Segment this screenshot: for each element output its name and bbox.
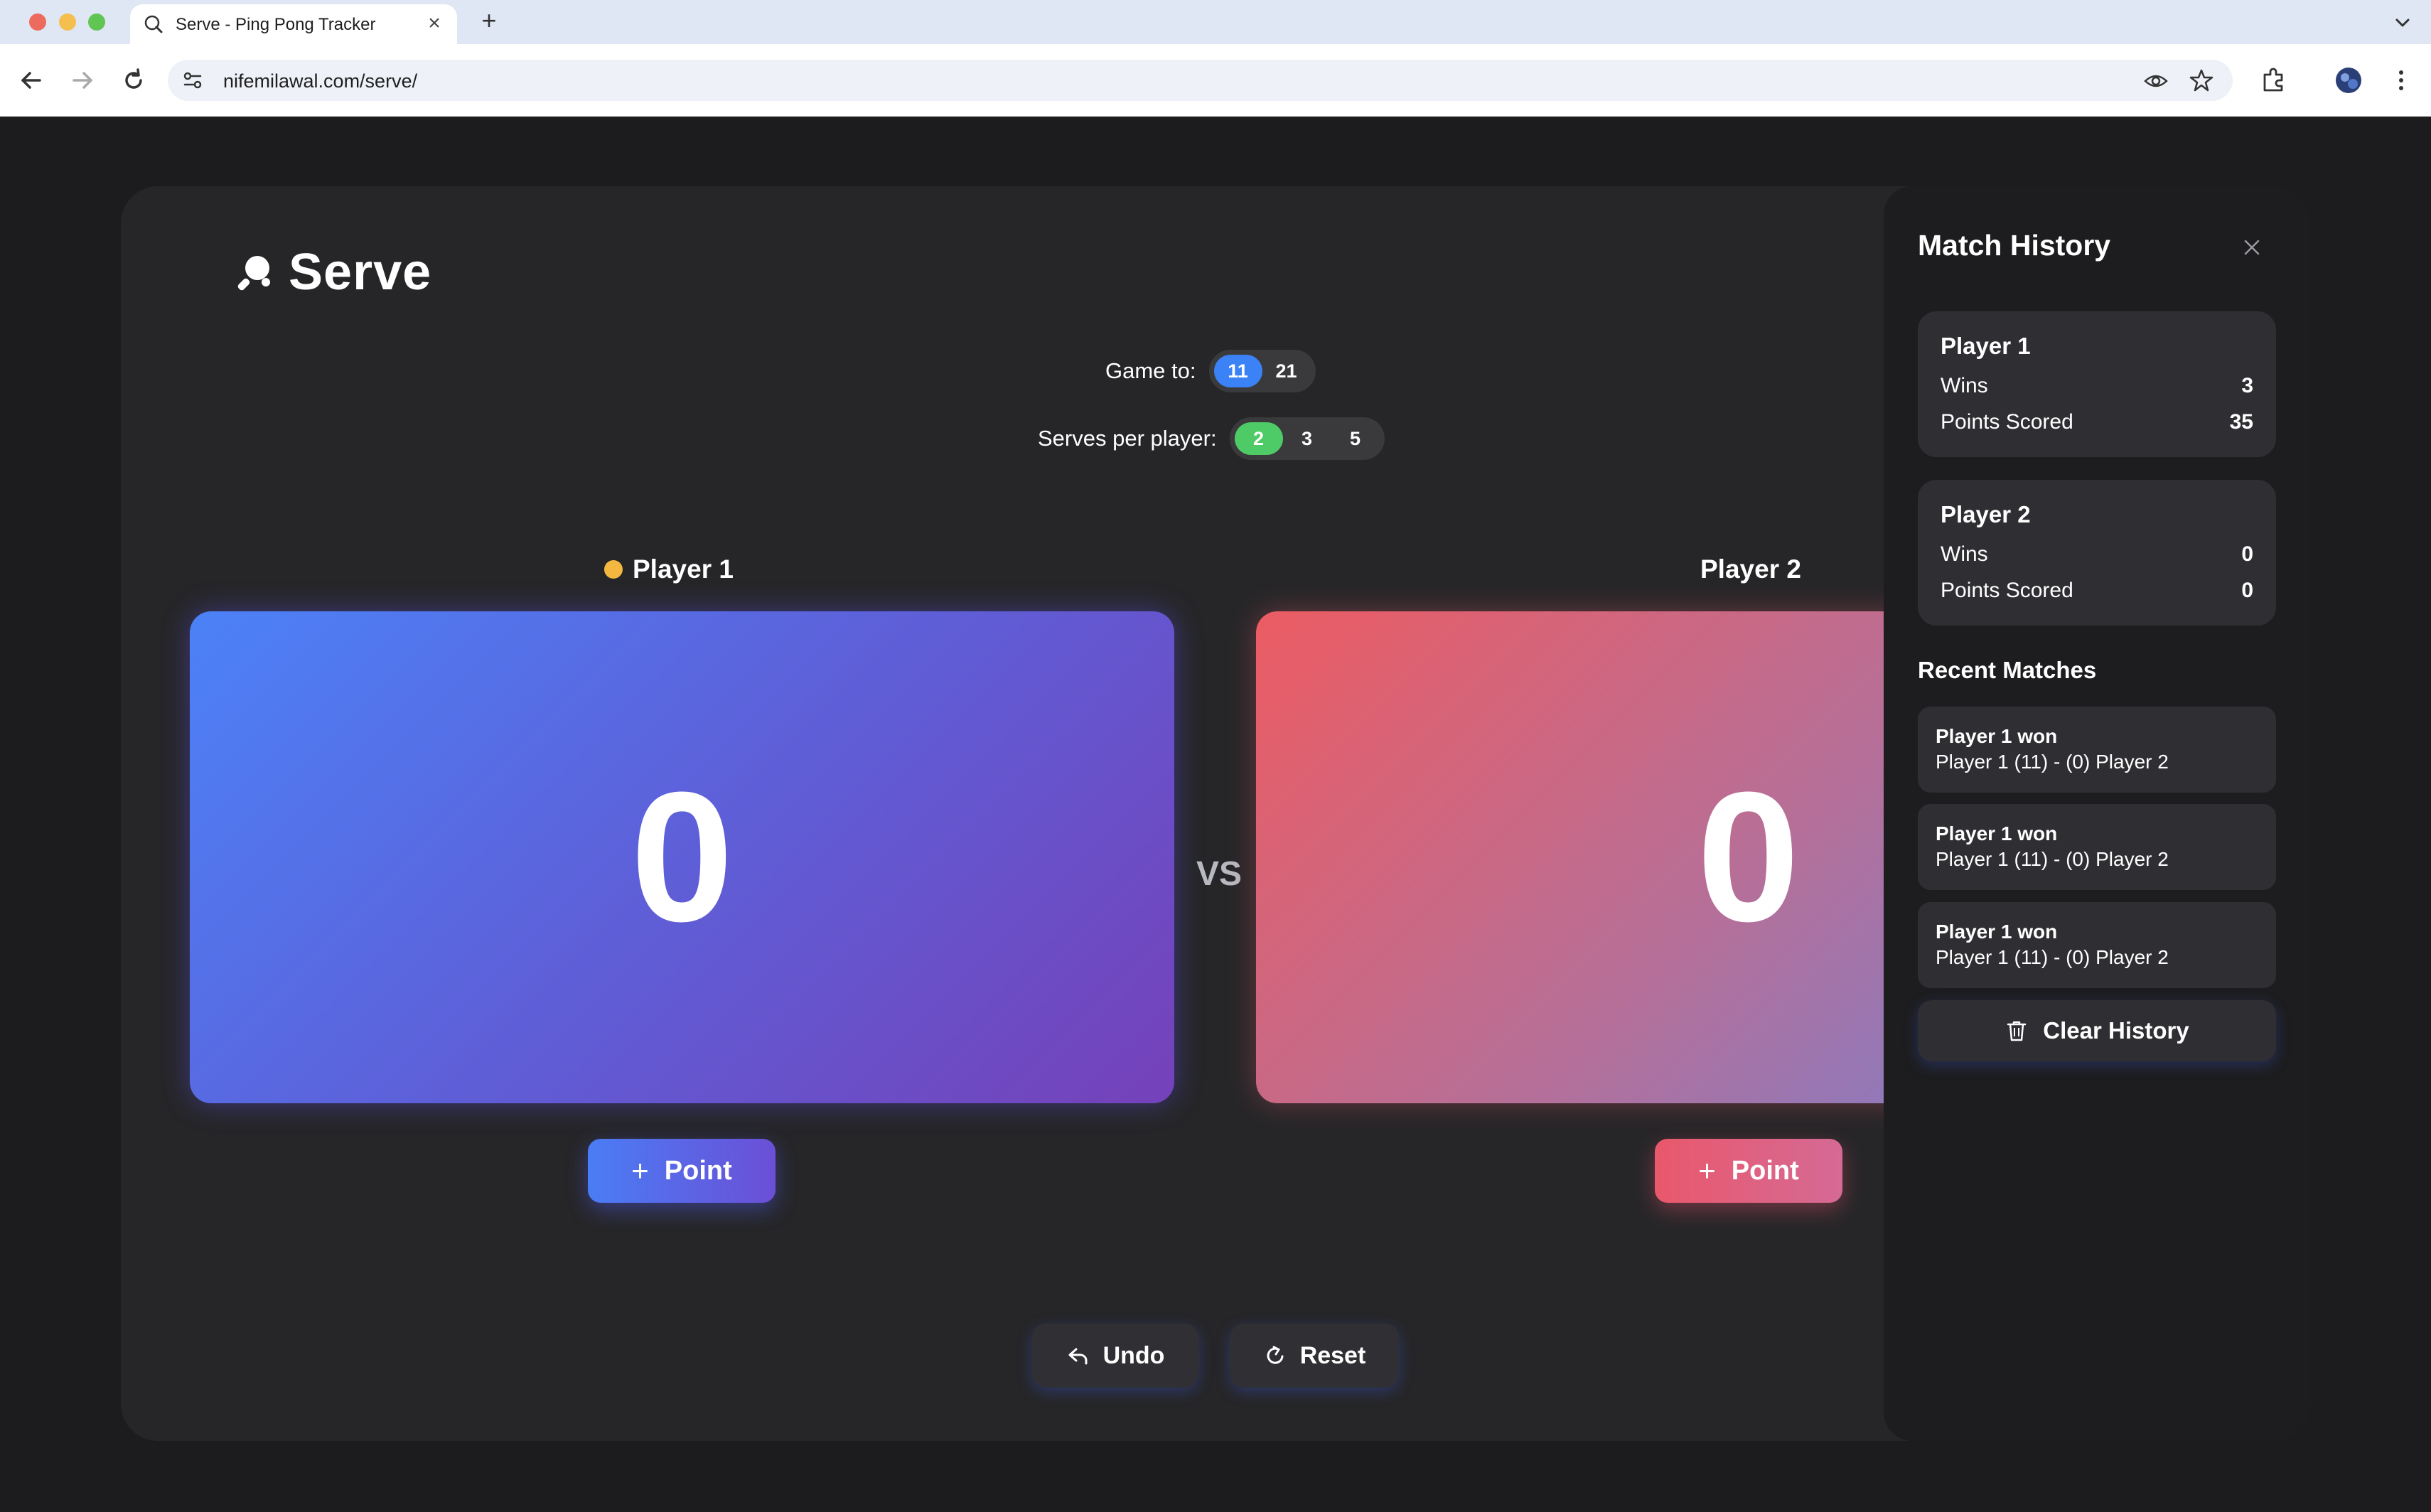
app-title: Serve <box>289 244 432 301</box>
serves-per-player-options: 2 3 5 <box>1229 417 1385 460</box>
browser-tab-bar: Serve - Ping Pong Tracker × + <box>0 0 2431 44</box>
game-to-options: 11 21 <box>1208 350 1316 392</box>
player-1-score: 0 <box>630 754 734 960</box>
page-viewport: Serve Game to: 11 21 Serves per player: … <box>0 117 2431 1512</box>
player-1-point-button[interactable]: + Point <box>588 1139 776 1203</box>
profile-avatar-icon[interactable] <box>2334 66 2363 95</box>
points-scored-label: Points Scored <box>1941 410 2073 434</box>
plus-icon: + <box>631 1154 649 1187</box>
player-2-point-button[interactable]: + Point <box>1655 1139 1842 1203</box>
wins-label: Wins <box>1941 374 1988 397</box>
match-score: Player 1 (11) - (0) Player 2 <box>1936 751 2169 773</box>
serves-per-player-setting: Serves per player: 2 3 5 <box>1038 417 1385 460</box>
serves-option-3[interactable]: 3 <box>1283 422 1331 455</box>
serves-option-5[interactable]: 5 <box>1331 422 1380 455</box>
address-bar[interactable]: nifemilawal.com/serve/ <box>168 60 2233 101</box>
clear-history-button[interactable]: Clear History <box>1918 1000 2276 1061</box>
point-button-label: Point <box>664 1155 732 1186</box>
browser-menu-icon[interactable] <box>2387 66 2415 95</box>
stats-points-row: Points Scored 0 <box>1941 579 2253 603</box>
close-icon[interactable] <box>2239 235 2265 260</box>
recent-match-item: Player 1 won Player 1 (11) - (0) Player … <box>1918 902 2276 988</box>
match-winner: Player 1 won <box>1936 921 2058 943</box>
match-score: Player 1 (11) - (0) Player 2 <box>1936 946 2169 968</box>
stats-player-name: Player 1 <box>1941 333 2031 359</box>
reset-button[interactable]: Reset <box>1230 1324 1399 1388</box>
stats-wins-row: Wins 0 <box>1941 542 2253 567</box>
player-1-stats-card: Player 1 Wins 3 Points Scored 35 <box>1918 311 2276 457</box>
back-arrow-icon[interactable] <box>14 63 48 97</box>
eye-icon[interactable] <box>2143 68 2169 94</box>
ping-pong-favicon-icon <box>144 15 163 33</box>
game-to-option-11[interactable]: 11 <box>1213 355 1262 387</box>
new-tab-button[interactable]: + <box>475 7 503 36</box>
serve-indicator-dot <box>604 560 623 579</box>
trash-icon <box>2007 1021 2027 1041</box>
app-container: Serve Game to: 11 21 Serves per player: … <box>121 186 2310 1441</box>
bookmark-star-icon[interactable] <box>2189 68 2214 93</box>
window-zoom-button[interactable] <box>88 14 105 31</box>
forward-arrow-icon[interactable] <box>65 63 100 97</box>
reset-rotate-icon <box>1267 1346 1284 1364</box>
tab-title: Serve - Ping Pong Tracker <box>176 15 376 34</box>
match-history-title: Match History <box>1918 229 2111 262</box>
recent-match-item: Player 1 won Player 1 (11) - (0) Player … <box>1918 707 2276 793</box>
undo-label: Undo <box>1102 1341 1165 1369</box>
reset-label: Reset <box>1299 1341 1366 1369</box>
game-to-label: Game to: <box>1105 358 1196 383</box>
window-close-button[interactable] <box>29 14 46 31</box>
browser-tab-active[interactable]: Serve - Ping Pong Tracker × <box>130 4 457 44</box>
player-1-label: Player 1 <box>604 554 734 584</box>
match-score: Player 1 (11) - (0) Player 2 <box>1936 848 2169 870</box>
tab-close-icon[interactable]: × <box>422 11 447 37</box>
browser-toolbar: nifemilawal.com/serve/ <box>0 44 2431 117</box>
stats-player-name: Player 2 <box>1941 501 2031 527</box>
player-1-name: Player 1 <box>633 554 734 584</box>
vs-divider: VS <box>1196 855 1243 893</box>
match-winner: Player 1 won <box>1936 725 2058 747</box>
game-to-setting: Game to: 11 21 <box>1105 350 1316 392</box>
tab-search-chevron-icon[interactable] <box>2388 9 2417 37</box>
recent-match-item: Player 1 won Player 1 (11) - (0) Player … <box>1918 804 2276 890</box>
brand-header: Serve <box>235 243 431 301</box>
reload-icon[interactable] <box>117 63 151 97</box>
stats-wins-row: Wins 3 <box>1941 374 2253 398</box>
undo-button[interactable]: Undo <box>1032 1324 1198 1388</box>
points-scored-value: 0 <box>2241 579 2253 602</box>
points-scored-value: 35 <box>2229 410 2253 434</box>
wins-value: 0 <box>2241 542 2253 566</box>
ping-pong-paddle-icon <box>237 256 270 291</box>
site-info-icon[interactable] <box>182 70 203 91</box>
extensions-puzzle-icon[interactable] <box>2259 66 2287 95</box>
player-2-stats-card: Player 2 Wins 0 Points Scored 0 <box>1918 480 2276 626</box>
wins-value: 3 <box>2241 374 2253 397</box>
plus-icon: + <box>1698 1154 1716 1187</box>
wins-label: Wins <box>1941 542 1988 566</box>
match-winner: Player 1 won <box>1936 822 2058 845</box>
clear-history-label: Clear History <box>2043 1017 2189 1044</box>
window-minimize-button[interactable] <box>59 14 76 31</box>
points-scored-label: Points Scored <box>1941 579 2073 602</box>
game-to-option-21[interactable]: 21 <box>1262 355 1311 387</box>
player-1-score-card[interactable]: 0 <box>190 611 1174 1103</box>
stats-points-row: Points Scored 35 <box>1941 410 2253 434</box>
recent-matches-title: Recent Matches <box>1918 657 2097 683</box>
serves-per-player-label: Serves per player: <box>1038 426 1217 451</box>
serves-option-2[interactable]: 2 <box>1234 422 1283 455</box>
point-button-label: Point <box>1731 1155 1799 1186</box>
player-2-label: Player 2 <box>1700 554 1801 584</box>
player-2-name: Player 2 <box>1700 554 1801 584</box>
match-history-panel: Match History Player 1 Wins 3 Points Sco… <box>1884 186 2310 1441</box>
undo-arrow-icon <box>1068 1348 1088 1365</box>
url-text[interactable]: nifemilawal.com/serve/ <box>223 70 417 92</box>
